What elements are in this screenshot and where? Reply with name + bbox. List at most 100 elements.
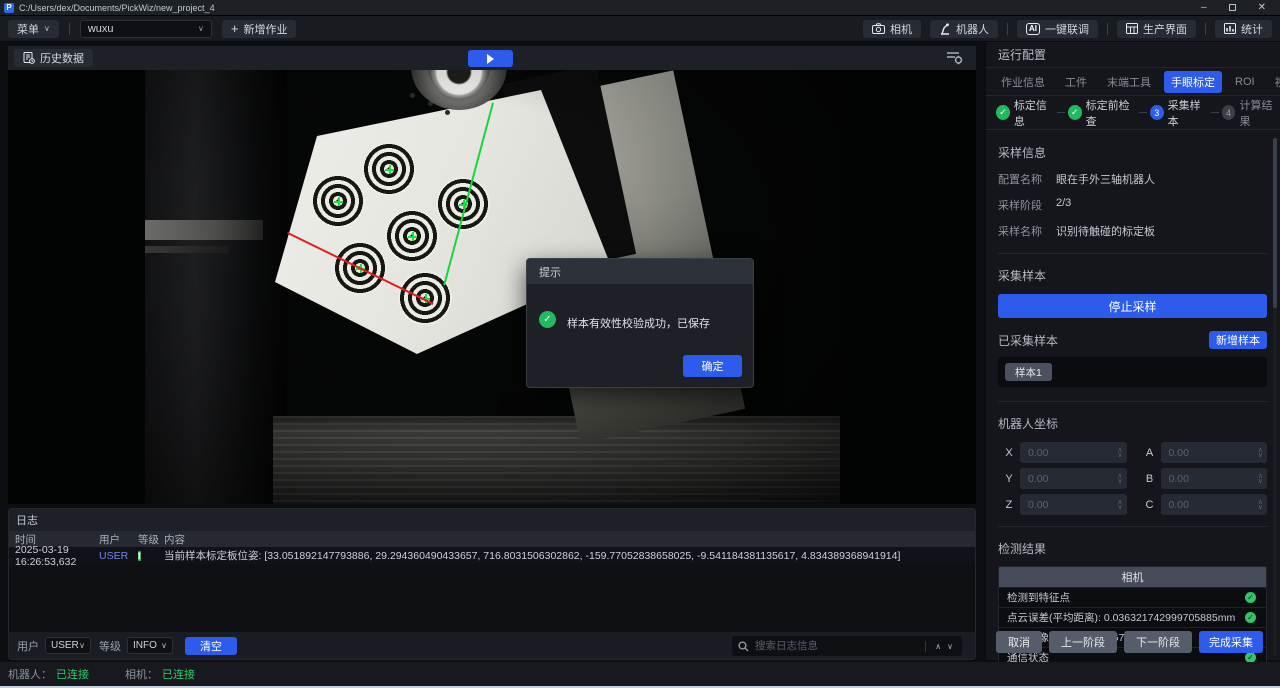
chevron-down-icon: ∨ xyxy=(161,641,167,650)
run-button[interactable] xyxy=(468,50,513,67)
divider xyxy=(1007,23,1008,35)
coord-field-b: B 0.00∧∨ xyxy=(1139,468,1268,489)
coord-input-c[interactable]: 0.00∧∨ xyxy=(1161,494,1268,515)
camera-button[interactable]: 相机 xyxy=(863,20,921,38)
titlebar: P C:/Users/dex/Documents/PickWiz/new_pro… xyxy=(0,0,1280,16)
coord-input-a[interactable]: 0.00∧∨ xyxy=(1161,442,1268,463)
coord-value: 0.00 xyxy=(1028,447,1048,459)
one-key-link-button[interactable]: AI 一键联调 xyxy=(1017,20,1098,38)
close-icon[interactable]: ✕ xyxy=(1258,3,1266,13)
job-select[interactable]: wuxu ∨ xyxy=(80,20,212,38)
spin-down-icon[interactable]: ∨ xyxy=(1117,479,1122,484)
sample-chip[interactable]: 样本1 xyxy=(1005,363,1052,381)
chevron-down-icon: ∨ xyxy=(198,24,204,33)
stats-button[interactable]: 统计 xyxy=(1215,20,1272,38)
camera-icon xyxy=(872,23,885,34)
coord-value: 0.00 xyxy=(1169,499,1189,511)
next-stage-button[interactable]: 下一阶段 xyxy=(1124,631,1192,653)
search-next-icon[interactable]: ∨ xyxy=(944,642,956,651)
step-label: 计算结果 xyxy=(1239,97,1280,129)
clear-log-button[interactable]: 清空 xyxy=(185,637,237,655)
spin-down-icon[interactable]: ∨ xyxy=(1117,505,1122,510)
dialog-ok-button[interactable]: 确定 xyxy=(683,355,742,377)
coord-field-a: A 0.00∧∨ xyxy=(1139,442,1268,463)
tab-vision-params[interactable]: 视觉参数 xyxy=(1268,71,1280,93)
status-ok-icon: ✓ xyxy=(1245,592,1256,603)
robot-coords-title: 机器人坐标 xyxy=(998,415,1267,432)
statusbar: 机器人： 已连接 相机： 已连接 xyxy=(0,662,1280,686)
coord-label: Y xyxy=(998,473,1020,485)
calibration-steps: ✓ 标定信息 ✓ 标定前检查 3 采集样本 4 计算结果 xyxy=(986,96,1280,130)
level-filter-select[interactable]: INFO ∨ xyxy=(127,637,173,654)
menu-button[interactable]: 菜单 ∨ xyxy=(8,20,59,38)
coord-label: A xyxy=(1139,447,1161,459)
new-job-button[interactable]: + 新增作业 xyxy=(222,20,297,38)
step-calibration-info[interactable]: ✓ 标定信息 xyxy=(996,97,1054,129)
ai-icon: AI xyxy=(1026,23,1040,35)
info-row: 采样名称 识别待触碰的标定板 xyxy=(998,223,1267,239)
level-filter-value: INFO xyxy=(133,640,157,651)
log-search-input[interactable] xyxy=(755,640,919,652)
run-config-panel: 运行配置 作业信息 工件 末端工具 手眼标定 ROI 视觉参数 ✓ 标定信息 ✓… xyxy=(985,42,1280,660)
panel-scrollbar[interactable] xyxy=(1273,138,1277,656)
step-compute-result[interactable]: 4 计算结果 xyxy=(1222,97,1280,129)
cancel-button[interactable]: 取消 xyxy=(996,631,1042,653)
spin-down-icon[interactable]: ∨ xyxy=(1258,505,1263,510)
production-view-label: 生产界面 xyxy=(1143,21,1187,37)
step-collect-samples[interactable]: 3 采集样本 xyxy=(1150,97,1208,129)
spin-down-icon[interactable]: ∨ xyxy=(1258,453,1263,458)
coord-input-y[interactable]: 0.00∧∨ xyxy=(1020,468,1127,489)
config-tabs: 作业信息 工件 末端工具 手眼标定 ROI 视觉参数 xyxy=(986,68,1280,96)
menu-button-label: 菜单 xyxy=(17,21,39,37)
user-filter-label: 用户 xyxy=(17,638,39,654)
user-filter-select[interactable]: USER ∨ xyxy=(45,637,91,654)
window-title: C:/Users/dex/Documents/PickWiz/new_proje… xyxy=(19,3,215,13)
divider xyxy=(69,23,70,35)
robot-coords-grid: X 0.00∧∨ A 0.00∧∨ Y 0.00∧∨ B 0.00∧∨ Z xyxy=(998,442,1267,515)
coord-field-z: Z 0.00∧∨ xyxy=(998,494,1127,515)
spin-down-icon[interactable]: ∨ xyxy=(1258,479,1263,484)
camera-status-label: 相机： xyxy=(125,666,158,682)
work-table xyxy=(273,416,840,504)
divider xyxy=(925,641,926,652)
step-pre-check[interactable]: ✓ 标定前检查 xyxy=(1068,97,1137,129)
restore-icon[interactable] xyxy=(1229,4,1236,11)
coord-value: 0.00 xyxy=(1028,499,1048,511)
tab-workpiece[interactable]: 工件 xyxy=(1058,71,1094,93)
log-row[interactable]: 2025-03-19 16:26:53,632 USER I 当前样本标定板位姿… xyxy=(9,547,975,564)
tab-roi[interactable]: ROI xyxy=(1228,73,1262,91)
coord-input-z[interactable]: 0.00∧∨ xyxy=(1020,494,1127,515)
add-sample-button[interactable]: 新增样本 xyxy=(1209,331,1267,349)
search-icon xyxy=(738,641,749,652)
minimize-icon[interactable]: – xyxy=(1201,3,1207,13)
history-icon xyxy=(23,52,35,64)
robot-icon xyxy=(939,23,951,35)
robot-button[interactable]: 机器人 xyxy=(930,20,998,38)
stop-sampling-button[interactable]: 停止采样 xyxy=(998,294,1267,318)
col-content: 内容 xyxy=(164,532,975,547)
coord-input-x[interactable]: 0.00∧∨ xyxy=(1020,442,1127,463)
step-label: 标定前检查 xyxy=(1086,97,1137,129)
tab-job-info[interactable]: 作业信息 xyxy=(994,71,1052,93)
production-view-button[interactable]: 生产界面 xyxy=(1117,20,1196,38)
panel-content: 采样信息 配置名称 眼在手外三轴机器人 采样阶段 2/3 采样名称 识别待触碰的… xyxy=(986,131,1280,662)
search-prev-icon[interactable]: ∧ xyxy=(932,642,944,651)
log-level-badge: I xyxy=(138,551,141,561)
detection-label: 点云误差(平均距离): 0.036321742999705885mm xyxy=(1007,610,1235,625)
tab-hand-eye-calibration[interactable]: 手眼标定 xyxy=(1164,71,1222,93)
success-check-icon: ✓ xyxy=(539,311,556,328)
step-number: 3 xyxy=(1150,105,1164,120)
history-data-button[interactable]: 历史数据 xyxy=(14,49,93,67)
detection-label: 检测到特征点 xyxy=(1007,590,1070,605)
prev-stage-button[interactable]: 上一阶段 xyxy=(1049,631,1117,653)
tab-end-tool[interactable]: 末端工具 xyxy=(1100,71,1158,93)
coord-label: X xyxy=(998,447,1020,459)
display-settings-icon[interactable] xyxy=(946,50,964,65)
coord-input-b[interactable]: 0.00∧∨ xyxy=(1161,468,1268,489)
coord-value: 0.00 xyxy=(1028,473,1048,485)
spin-down-icon[interactable]: ∨ xyxy=(1117,453,1122,458)
camera-stage xyxy=(8,70,976,504)
finish-collection-button[interactable]: 完成采集 xyxy=(1199,631,1263,653)
user-filter-value: USER xyxy=(51,640,79,651)
step-number: 4 xyxy=(1222,105,1236,120)
